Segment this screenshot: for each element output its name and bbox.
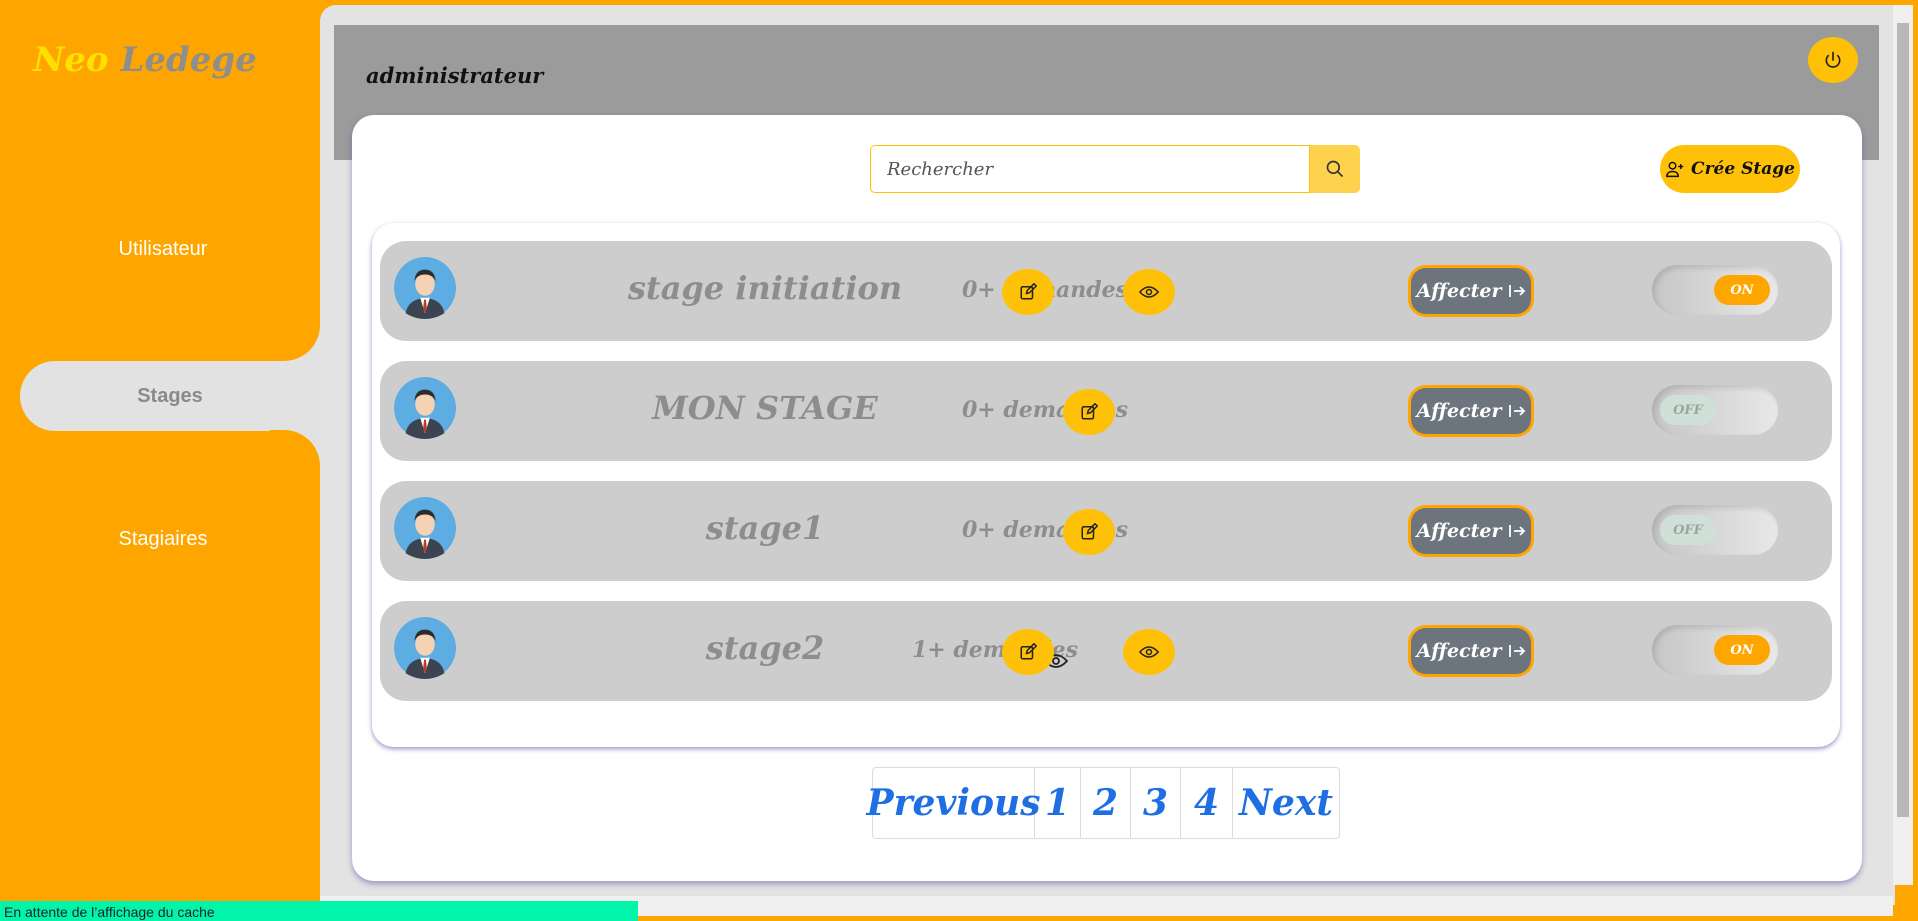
edit-button[interactable] (1002, 629, 1054, 675)
create-stage-label: Crée Stage (1691, 159, 1795, 179)
stage-title: MON STAGE (652, 389, 878, 427)
page-link-1[interactable]: 1 (1035, 768, 1081, 838)
logout-button[interactable] (1808, 37, 1858, 83)
page-link-4[interactable]: 4 (1181, 768, 1233, 838)
search-input[interactable] (870, 145, 1310, 193)
view-button[interactable] (1123, 269, 1175, 315)
assign-arrow-icon (1508, 525, 1525, 537)
vertical-scrollbar[interactable] (1893, 5, 1913, 885)
current-user-name: administrateur (366, 63, 544, 88)
status-toggle[interactable]: ON (1652, 265, 1778, 315)
status-toggle[interactable]: OFF (1652, 385, 1778, 435)
assign-arrow-icon (1508, 285, 1525, 297)
stage-title: stage1 (705, 509, 825, 547)
scroll-thumb[interactable] (1897, 23, 1909, 817)
avatar (394, 497, 456, 559)
edit-icon (1020, 283, 1037, 300)
avatar (394, 377, 456, 439)
eye-icon (1139, 646, 1159, 658)
nav-active-curve-bottom (270, 430, 320, 466)
brand-logo[interactable]: Neo Ledege (0, 40, 290, 80)
affecter-label: Affecter (1416, 280, 1502, 302)
avatar (394, 257, 456, 319)
page-link-3[interactable]: 3 (1131, 768, 1181, 838)
sidebar-item-label: Utilisateur (118, 238, 208, 260)
power-icon (1825, 51, 1841, 68)
avatar (394, 617, 456, 679)
toggle-knob: OFF (1660, 515, 1716, 545)
search-button[interactable] (1310, 145, 1360, 193)
assign-arrow-icon (1508, 405, 1525, 417)
stage-title: stage2 (705, 629, 825, 667)
next-page-link[interactable]: Next (1233, 768, 1339, 838)
stage-row: MON STAGE 0+ demandes Affecter OFF (380, 361, 1832, 461)
affecter-button[interactable]: Affecter (1408, 625, 1534, 677)
brand-part2: Ledege (120, 40, 257, 80)
stage-demandes-count: 0+ demandes (961, 397, 1129, 423)
affecter-label: Affecter (1416, 400, 1502, 422)
affecter-button[interactable]: Affecter (1408, 385, 1534, 437)
edit-button[interactable] (1063, 389, 1115, 435)
affecter-label: Affecter (1416, 640, 1502, 662)
status-toggle[interactable]: OFF (1652, 505, 1778, 555)
sidebar-item-label: Stagiaires (118, 528, 208, 550)
edit-button[interactable] (1063, 509, 1115, 555)
previous-page-link[interactable]: Previous (867, 768, 1041, 838)
assign-arrow-icon (1508, 645, 1525, 657)
affecter-button[interactable]: Affecter (1408, 265, 1534, 317)
stage-row: stage initiation 0+ demandes Affecter ON (380, 241, 1832, 341)
affecter-label: Affecter (1416, 520, 1502, 542)
stage-title: stage initiation (627, 269, 903, 307)
pagination: Previous 1 2 3 4 Next (867, 767, 1340, 839)
edit-button[interactable] (1002, 269, 1054, 315)
stage-row: stage1 0+ demandes Affecter OFF (380, 481, 1832, 581)
edit-icon (1081, 523, 1098, 540)
search-bar (870, 145, 1360, 193)
toggle-knob: OFF (1660, 395, 1716, 425)
sidebar-item-stagiaires[interactable]: Stagiaires (0, 528, 326, 551)
user-plus-icon (1666, 161, 1684, 178)
brand-part1: Neo (33, 40, 109, 80)
edit-icon (1020, 643, 1037, 660)
main-panel: administrateur Crée Stage stage initiati… (320, 5, 1895, 905)
toggle-knob: ON (1714, 635, 1770, 665)
stage-row: stage2 1+ demandes Affecter ON (380, 601, 1832, 701)
view-button[interactable] (1123, 629, 1175, 675)
stages-list: stage initiation 0+ demandes Affecter ON (372, 223, 1840, 747)
sidebar-item-utilisateur[interactable]: Utilisateur (0, 238, 326, 261)
sidebar-item-label: Stages (137, 385, 203, 407)
affecter-button[interactable]: Affecter (1408, 505, 1534, 557)
edit-icon (1081, 403, 1098, 420)
sidebar: Neo Ledege Utilisateur Stages Stagiaires (0, 0, 320, 921)
stage-demandes-count: 1+ demandes (911, 637, 1079, 663)
eye-icon (1139, 286, 1159, 298)
page-link-2[interactable]: 2 (1081, 768, 1131, 838)
sidebar-item-stages[interactable]: Stages (20, 361, 320, 431)
status-toggle[interactable]: ON (1652, 625, 1778, 675)
toggle-knob: ON (1714, 275, 1770, 305)
browser-status-bar: En attente de l’affichage du cache (0, 901, 638, 921)
stage-demandes-count: 0+ demandes (961, 517, 1129, 543)
nav-active-curve-top (270, 325, 320, 361)
create-stage-button[interactable]: Crée Stage (1660, 145, 1800, 193)
search-icon (1326, 160, 1344, 178)
